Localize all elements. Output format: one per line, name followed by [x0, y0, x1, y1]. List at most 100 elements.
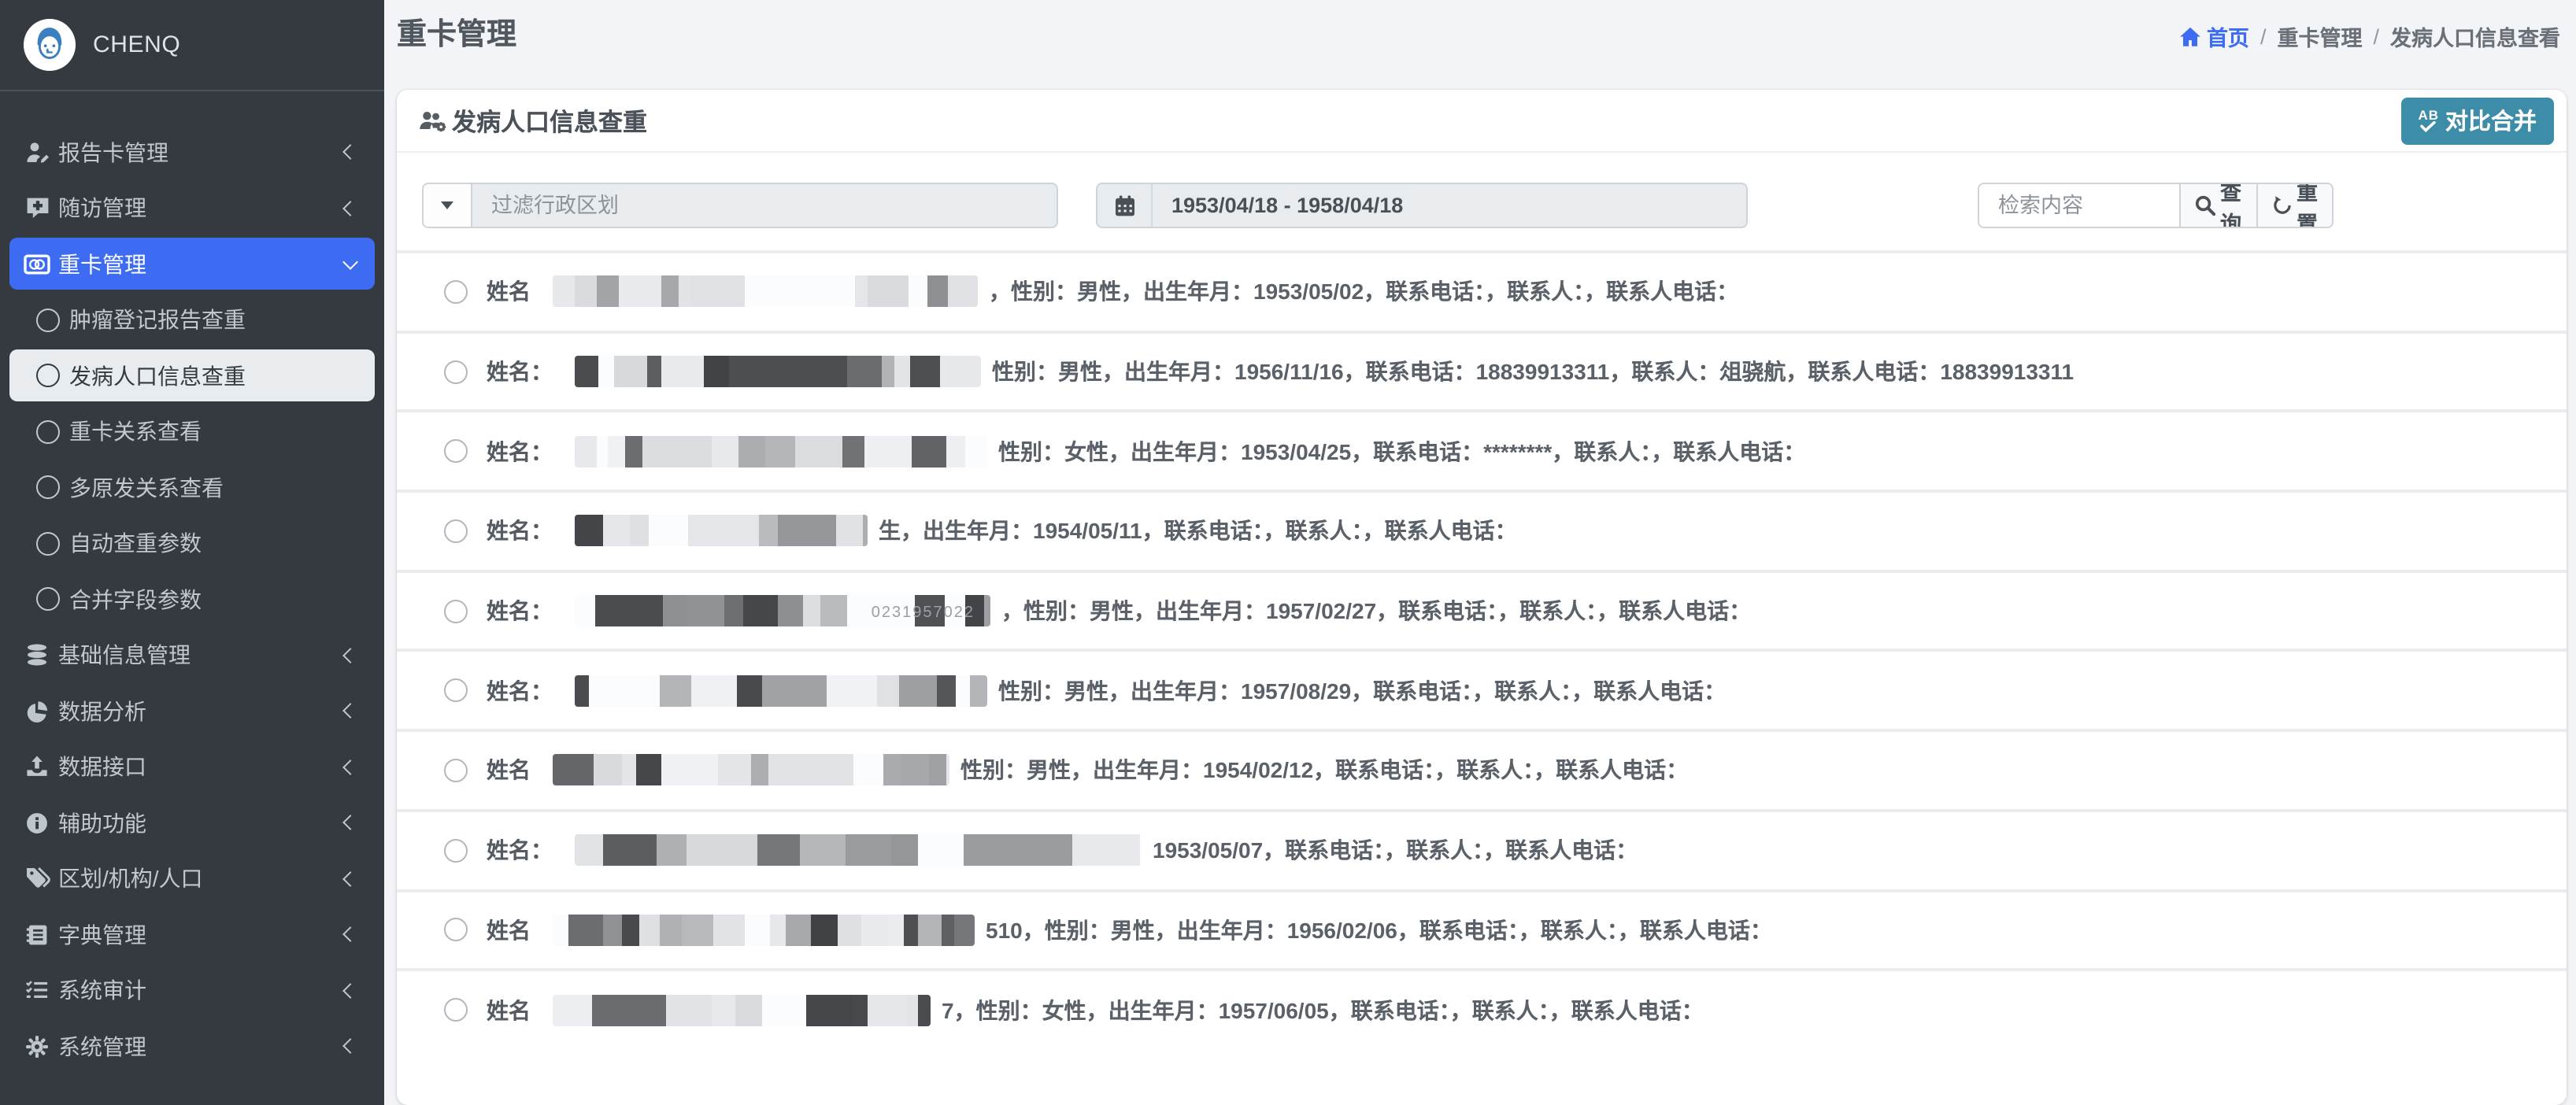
breadcrumb-separator: /	[2260, 24, 2267, 48]
redacted-name-mosaic	[575, 356, 981, 387]
list-item[interactable]: 姓名：0231957022，性别：男性，出生年月：1957/02/27，联系电话…	[397, 570, 2567, 649]
sidebar-item-data-interface[interactable]: 数据接口	[9, 741, 375, 793]
database-icon	[24, 642, 50, 667]
row-radio[interactable]	[444, 280, 468, 304]
circle-icon	[35, 475, 61, 500]
main-card: 发病人口信息查重 AB 对比合并	[397, 90, 2567, 1105]
sidebar-item-followup[interactable]: 随访管理	[9, 182, 375, 234]
row-radio[interactable]	[444, 519, 468, 543]
calendar-icon	[1097, 184, 1153, 227]
app-root: CHENQ 报告卡管理 随访管理 重卡管理	[0, 0, 2576, 1105]
row-radio[interactable]	[444, 679, 468, 703]
row-name-label: 姓名：	[487, 595, 553, 626]
sidebar-item-duplicate-card[interactable]: 重卡管理	[9, 238, 375, 290]
redacted-name-mosaic	[575, 516, 868, 547]
brand[interactable]: CHENQ	[0, 0, 384, 91]
chevron-left-icon	[342, 1038, 358, 1054]
spell-check-icon: AB	[2418, 109, 2439, 133]
submenu-item-merge-field-params[interactable]: 合并字段参数	[9, 573, 375, 625]
search-input[interactable]	[1979, 184, 2179, 227]
sidebar-item-report-card[interactable]: 报告卡管理	[9, 126, 375, 178]
sidebar-item-system-audit[interactable]: 系统审计	[9, 964, 375, 1016]
upload-icon	[24, 754, 50, 779]
sidebar-item-dictionary[interactable]: 字典管理	[9, 908, 375, 960]
list-item[interactable]: 姓名： 性别：男性，出生年月：1957/08/29，联系电话：，联系人：，联系人电…	[397, 649, 2567, 729]
row-name-label: 姓名	[487, 915, 531, 946]
row-name-label: 姓名	[487, 755, 531, 786]
undo-icon	[2271, 195, 2292, 216]
redacted-name-mosaic	[553, 994, 931, 1026]
row-radio[interactable]	[444, 599, 468, 623]
search-icon	[2195, 195, 2215, 216]
redacted-name-mosaic	[575, 834, 1142, 866]
row-name-label: 姓名：	[487, 435, 553, 467]
submenu-item-incidence-population-dedup[interactable]: 发病人口信息查重	[9, 349, 375, 401]
chevron-left-icon	[342, 144, 358, 160]
sidebar-item-system-management[interactable]: 系统管理	[9, 1020, 375, 1072]
region-dropdown-button[interactable]	[424, 184, 472, 227]
row-info-text: 性别：男性，出生年月：1954/02/12，联系电话：，联系人：，联系人电话：	[960, 755, 1688, 786]
info-circle-icon	[24, 810, 50, 835]
sidebar-nav: 报告卡管理 随访管理 重卡管理 肿瘤登记报告查重	[0, 91, 384, 1072]
list-item[interactable]: 姓名： 1953/05/07，联系电话：，联系人：，联系人电话：	[397, 809, 2567, 889]
row-info-text: 性别：男性，出生年月：1957/08/29，联系电话：，联系人：，联系人电话：	[998, 675, 1726, 707]
circle-icon	[35, 419, 61, 444]
search-group: 查询 重置	[1978, 183, 2334, 228]
submenu-item-multi-primary-view[interactable]: 多原发关系查看	[9, 461, 375, 513]
chevron-left-icon	[342, 982, 358, 998]
list-item[interactable]: 姓名： 性别：女性，出生年月：1953/04/25，联系电话：********，联…	[397, 410, 2567, 490]
circle-icon	[35, 363, 61, 388]
row-info-text: 性别：男性，出生年月：1956/11/16，联系电话：18839913311，联…	[992, 356, 2074, 387]
caret-down-icon	[441, 201, 453, 209]
row-info-text: 性别：女性，出生年月：1953/04/25，联系电话：********，联系人：…	[998, 435, 1805, 467]
sidebar-item-label: 随访管理	[58, 192, 345, 224]
row-name-label: 姓名：	[487, 675, 553, 707]
sidebar-item-region-org-population[interactable]: 区划/机构/人口	[9, 852, 375, 904]
users-gear-icon	[419, 109, 447, 134]
sidebar-item-data-analysis[interactable]: 数据分析	[9, 685, 375, 737]
row-radio[interactable]	[444, 838, 468, 862]
redacted-name-mosaic: 0231957022	[575, 595, 990, 626]
row-radio[interactable]	[444, 759, 468, 782]
row-name-label: 姓名：	[487, 834, 553, 866]
comment-medical-icon	[24, 195, 50, 220]
redacted-name-mosaic	[575, 435, 987, 467]
row-radio[interactable]	[444, 998, 468, 1022]
chevron-left-icon	[342, 815, 358, 830]
region-filter-input[interactable]	[472, 184, 1057, 227]
breadcrumb-home-link[interactable]: 首页	[2180, 20, 2249, 52]
submenu-item-tumor-registry-dedup[interactable]: 肿瘤登记报告查重	[9, 294, 375, 346]
card-header: 发病人口信息查重 AB 对比合并	[397, 90, 2567, 153]
date-range-input[interactable]	[1153, 184, 1746, 227]
brand-name: CHENQ	[93, 31, 180, 58]
reset-button[interactable]: 重置	[2256, 184, 2332, 227]
sidebar-item-basic-info[interactable]: 基础信息管理	[9, 629, 375, 681]
row-name-label: 姓名	[487, 994, 531, 1026]
list-item[interactable]: 姓名，性别：男性，出生年月：1953/05/02，联系电话：，联系人：，联系人电…	[397, 250, 2567, 330]
sidebar-item-aux-functions[interactable]: 辅助功能	[9, 796, 375, 848]
address-book-icon	[24, 922, 50, 947]
redacted-name-mosaic	[575, 675, 987, 707]
list-item[interactable]: 姓名：性别：男性，出生年月：1956/11/16，联系电话：1883991331…	[397, 330, 2567, 409]
list-item[interactable]: 姓名 7，性别：女性，出生年月：1957/06/05，联系电话：，联系人：，联系人…	[397, 968, 2567, 1048]
tasks-icon	[24, 978, 50, 1003]
list-item[interactable]: 姓名：生，出生年月：1954/05/11，联系电话：，联系人：，联系人电话：	[397, 490, 2567, 569]
submenu-item-auto-dedup-params[interactable]: 自动查重参数	[9, 517, 375, 569]
query-button[interactable]: 查询	[2179, 184, 2256, 227]
tags-icon	[24, 866, 50, 891]
sidebar-item-label: 重卡管理	[58, 248, 345, 279]
row-info-text: 1953/05/07，联系电话：，联系人：，联系人电话：	[1153, 834, 1638, 866]
submenu-item-dup-relation-view[interactable]: 重卡关系查看	[9, 405, 375, 457]
chevron-left-icon	[342, 870, 358, 886]
chevron-left-icon	[342, 647, 358, 663]
row-radio[interactable]	[444, 360, 468, 383]
row-radio[interactable]	[444, 439, 468, 463]
compare-merge-button[interactable]: AB 对比合并	[2400, 97, 2554, 144]
row-info-text: 7，性别：女性，出生年月：1957/06/05，联系电话：，联系人：，联系人电话…	[942, 994, 1704, 1026]
gear-icon	[24, 1033, 50, 1059]
row-radio[interactable]	[444, 918, 468, 942]
list-item[interactable]: 姓名510，性别：男性，出生年月：1956/02/06，联系电话：，联系人：，联…	[397, 889, 2567, 968]
user-edit-icon	[24, 139, 50, 164]
list-item[interactable]: 姓名 性别：男性，出生年月：1954/02/12，联系电话：，联系人：，联系人电话…	[397, 729, 2567, 808]
sidebar-submenu: 肿瘤登记报告查重 发病人口信息查重 重卡关系查看 多原发关系查看 自动查重参数	[9, 294, 375, 625]
